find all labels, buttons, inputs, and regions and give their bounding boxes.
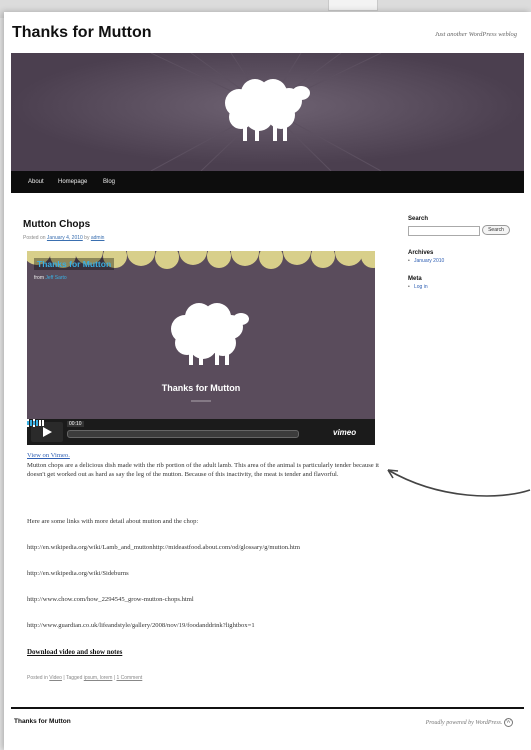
url-line-3: http://www.chow.com/how_2294545_grow-mut… xyxy=(27,596,194,603)
vimeo-logo[interactable]: vimeo xyxy=(333,428,356,437)
footer-credit: Proudly powered by WordPress. W xyxy=(426,718,513,727)
post-body: View on Vimeo. Mutton chops are a delici… xyxy=(27,451,382,480)
search-widget-title: Search xyxy=(408,216,429,222)
url-line-1: http://en.wikipedia.org/wiki/Lamb_and_mu… xyxy=(27,544,300,551)
post-paragraph-1: Mutton chops are a delicious dish made w… xyxy=(27,461,379,479)
login-link[interactable]: Log in xyxy=(408,284,520,290)
search-form: Search xyxy=(408,225,520,238)
header-banner xyxy=(11,53,524,171)
nav-item-about[interactable]: About xyxy=(28,179,44,185)
wordpress-icon: W xyxy=(504,718,513,727)
search-input[interactable] xyxy=(408,226,480,236)
url-line-2: http://en.wikipedia.org/wiki/Sideburns xyxy=(27,570,129,577)
video-timecode: 00:10 xyxy=(67,421,84,427)
category-link[interactable]: Video xyxy=(49,675,62,681)
background-tab xyxy=(328,0,378,11)
video-player[interactable]: Thanks for Mutton from Jeff Sarto Thanks… xyxy=(27,251,375,445)
post-meta: Posted on January 4, 2010 by admin xyxy=(23,235,104,241)
video-from-label: from xyxy=(34,275,44,281)
tags-link[interactable]: ipsum, lorem xyxy=(84,675,113,681)
url-line-4: http://www.guardian.co.uk/lifeandstyle/g… xyxy=(27,622,255,629)
post-title[interactable]: Mutton Chops xyxy=(23,219,90,230)
video-progress-bar[interactable] xyxy=(67,430,299,438)
archives-widget-title: Archives xyxy=(408,250,434,256)
footer-site-title[interactable]: Thanks for Mutton xyxy=(14,718,71,725)
nav-item-blog[interactable]: Blog xyxy=(103,179,115,185)
meta-widget-title: Meta xyxy=(408,276,422,282)
sidebar: Search Search Archives January 2010 Meta… xyxy=(408,216,520,290)
post-author-link[interactable]: admin xyxy=(91,235,105,241)
post-date-link[interactable]: January 4, 2010 xyxy=(47,235,83,241)
nav-item-homepage[interactable]: Homepage xyxy=(58,179,87,185)
site-title[interactable]: Thanks for Mutton xyxy=(12,24,152,42)
fullscreen-icon[interactable] xyxy=(27,419,35,427)
video-frame-illustration xyxy=(27,251,375,419)
view-on-vimeo-link[interactable]: View on Vimeo. xyxy=(27,452,70,459)
posted-in-prefix: Posted in xyxy=(27,675,48,681)
post-footer-meta: Posted in Video | Tagged ipsum, lorem | … xyxy=(27,675,143,681)
video-author-link[interactable]: Jeff Sarto xyxy=(45,275,66,281)
site-tagline: Just another WordPress weblog xyxy=(434,31,517,38)
video-byline: from Jeff Sarto xyxy=(34,275,67,281)
download-link[interactable]: Download video and show notes xyxy=(27,648,122,656)
footer-credit-text[interactable]: Proudly powered by WordPress. xyxy=(426,720,503,726)
post-meta-by: by xyxy=(84,235,90,241)
comments-link[interactable]: 1 Comment xyxy=(116,675,142,681)
video-center-title: Thanks for Mutton xyxy=(161,383,241,393)
video-controls: 00:10 vimeo xyxy=(27,419,375,445)
post-meta-prefix: Posted on xyxy=(23,235,46,241)
sheep-banner-illustration xyxy=(11,53,524,171)
tagged-prefix: Tagged xyxy=(65,675,83,681)
search-button[interactable]: Search xyxy=(482,225,510,235)
footer-divider xyxy=(11,707,524,709)
archive-link[interactable]: January 2010 xyxy=(408,258,520,264)
post-paragraph-2: Here are some links with more detail abo… xyxy=(27,518,199,525)
video-title-link[interactable]: Thanks for Mutton xyxy=(34,258,115,270)
curved-arrow-annotation xyxy=(387,469,531,497)
main-nav: About Homepage Blog xyxy=(11,171,524,193)
